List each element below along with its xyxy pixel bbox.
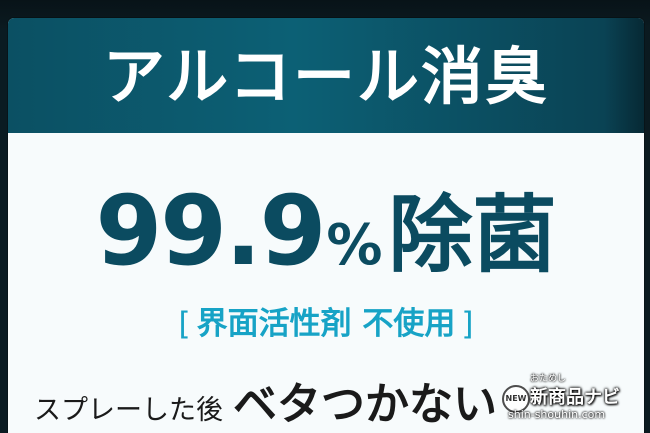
sub-claim-text: 界面活性剤 不使用	[196, 306, 456, 342]
claim-word: 除菌	[388, 186, 557, 284]
sub-claim-close-bracket: ]	[461, 306, 474, 342]
watermark-url: shin-shouhin.com	[508, 408, 606, 421]
sub-claim: [界面活性剤 不使用]	[8, 304, 644, 344]
product-photo: アルコール消臭 99.9%除菌 [界面活性剤 不使用] スプレーした後 ベタつかな…	[0, 0, 650, 433]
tagline-emphasis: ベタつかない	[233, 379, 497, 430]
main-claim: 99.9%除菌	[8, 168, 644, 289]
claim-percent-sign: %	[326, 213, 383, 278]
tagline: スプレーした後 ベタつかない	[34, 368, 497, 432]
headline-banner: アルコール消臭	[8, 18, 644, 133]
watermark-brand: 新商品ナビ	[530, 387, 620, 408]
claim-number: 99.9	[95, 175, 327, 287]
tagline-lead: スプレーした後	[34, 395, 223, 426]
headline-text: アルコール消臭	[102, 40, 550, 113]
sub-claim-open-bracket: [	[178, 306, 191, 342]
site-watermark: NEW おためし 新商品ナビ shin-shouhin.com	[502, 369, 640, 425]
